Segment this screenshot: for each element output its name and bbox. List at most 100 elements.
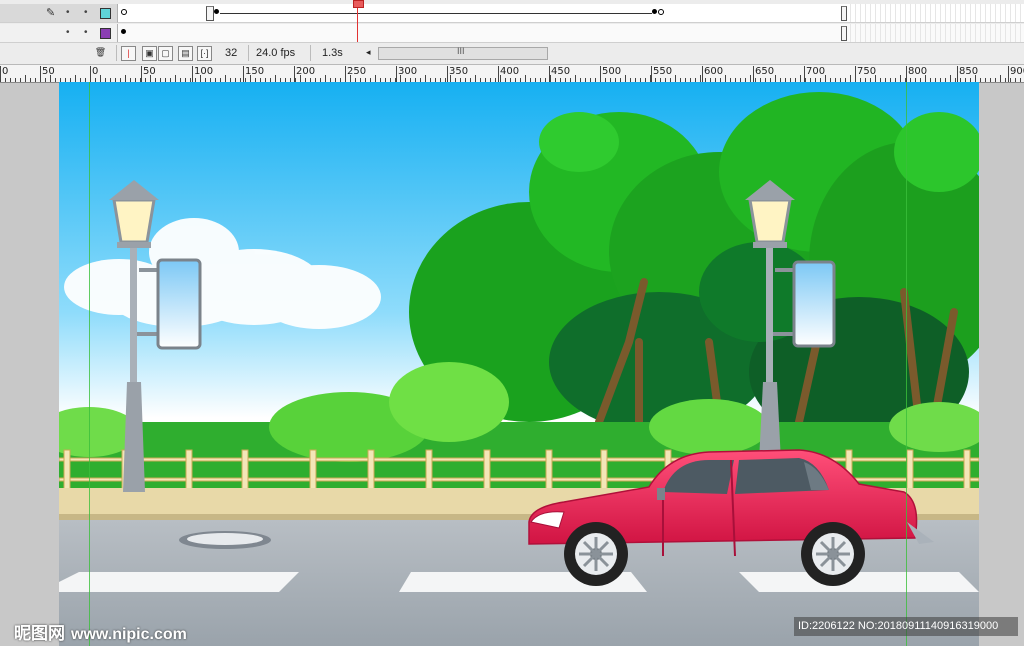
lock-dot-icon[interactable]: • [84, 27, 88, 38]
layer-color-swatch[interactable] [100, 8, 111, 19]
onion-skin-icon[interactable]: ▣ [142, 46, 157, 61]
trash-icon[interactable]: 🗑 [94, 46, 107, 59]
stage-canvas[interactable] [59, 82, 979, 646]
keyframe-empty[interactable] [658, 9, 664, 15]
ruler-minor-tick [500, 75, 501, 82]
ruler-minor-tick [600, 75, 601, 82]
ruler-minor-tick [750, 75, 751, 82]
ruler-minor-tick [1015, 78, 1016, 82]
frame-grid [850, 4, 1024, 22]
crosswalk-stripe [59, 572, 299, 592]
timeline-scrollbar[interactable]: III [378, 46, 548, 60]
layer-color-swatch[interactable] [100, 28, 111, 39]
guide-line-left[interactable] [89, 82, 90, 646]
ruler-major-tick [498, 66, 499, 82]
guide-line-right[interactable] [906, 82, 907, 646]
ruler-minor-tick [1000, 75, 1001, 82]
ruler-minor-tick [725, 75, 726, 82]
ruler-minor-tick [625, 75, 626, 82]
ruler-minor-tick [995, 78, 996, 82]
ruler-minor-tick [55, 78, 56, 82]
visibility-dot-icon[interactable]: • [66, 27, 70, 38]
ruler-label: 0 [92, 66, 99, 77]
ruler-minor-tick [45, 78, 46, 82]
keyframe[interactable] [214, 9, 219, 14]
ruler-major-tick [702, 66, 703, 82]
ruler-minor-tick [775, 75, 776, 82]
ruler-minor-tick [450, 75, 451, 82]
ruler-label: 450 [551, 66, 571, 77]
ruler-label: 700 [806, 66, 826, 77]
ruler-minor-tick [35, 78, 36, 82]
ruler-major-tick [243, 66, 244, 82]
ruler-minor-tick [300, 75, 301, 82]
frame-span-end[interactable] [841, 26, 847, 41]
ruler-minor-tick [525, 75, 526, 82]
ruler-label: 200 [296, 66, 316, 77]
separator [310, 45, 311, 61]
ruler-label: 900 [1010, 66, 1024, 77]
ruler-major-tick [192, 66, 193, 82]
frame-span-end[interactable] [841, 6, 847, 21]
ruler-label: 750 [857, 66, 877, 77]
watermark-brand: 昵图网 [14, 624, 65, 643]
ruler-minor-tick [175, 75, 176, 82]
ruler-minor-tick [40, 78, 41, 82]
center-frame-icon[interactable]: | [121, 46, 136, 61]
layer-frames-2[interactable] [118, 24, 1024, 43]
ruler-minor-tick [200, 75, 201, 82]
ruler-minor-tick [5, 78, 6, 82]
ruler-minor-tick [125, 75, 126, 82]
frame-rate[interactable]: 24.0 fps [256, 47, 295, 59]
ruler-label: 50 [42, 66, 55, 77]
ruler-minor-tick [1020, 78, 1021, 82]
timeline-toolbar: 🗑 | ▣ ▢ ▤ [·] 32 24.0 fps 1.3s ◂ III [0, 42, 1024, 64]
ruler-minor-tick [850, 75, 851, 82]
scroll-grip: III [457, 46, 465, 56]
ruler-minor-tick [475, 75, 476, 82]
ruler-minor-tick [10, 78, 11, 82]
layer-header-2[interactable]: • • [0, 24, 118, 43]
ruler-minor-tick [225, 75, 226, 82]
ruler-label: 650 [755, 66, 775, 77]
ruler-minor-tick [650, 75, 651, 82]
visibility-dot-icon[interactable]: • [66, 7, 70, 18]
scroll-left-icon[interactable]: ◂ [366, 47, 371, 58]
ruler-minor-tick [925, 75, 926, 82]
timeline-layer-row-2[interactable]: • • [0, 24, 1024, 43]
timeline-layer-row-1[interactable]: ✎ • • [0, 4, 1024, 23]
playhead-handle[interactable] [353, 0, 364, 8]
ruler-label: 0 [2, 66, 9, 77]
keyframe[interactable] [652, 9, 657, 14]
ruler-minor-tick [350, 75, 351, 82]
ruler-label: 150 [245, 66, 265, 77]
layer-frames-1[interactable] [118, 4, 1024, 23]
ruler-minor-tick [1010, 78, 1011, 82]
ruler-minor-tick [50, 75, 51, 82]
edit-multiple-frames-icon[interactable]: ▤ [178, 46, 193, 61]
ruler-minor-tick [980, 78, 981, 82]
separator [116, 45, 117, 61]
watermark-logo: 昵图网 www.nipic.com [14, 619, 187, 644]
ruler-minor-tick [700, 75, 701, 82]
motion-tween-line[interactable] [220, 13, 652, 14]
modify-markers-icon[interactable]: [·] [197, 46, 212, 61]
ruler-minor-tick [975, 75, 976, 82]
ruler-minor-tick [75, 75, 76, 82]
current-frame: 32 [225, 47, 238, 59]
ruler-minor-tick [800, 75, 801, 82]
ruler-major-tick [396, 66, 397, 82]
separator [248, 45, 249, 61]
ruler-minor-tick [875, 75, 876, 82]
keyframe[interactable] [121, 29, 126, 34]
ruler-major-tick [1008, 66, 1009, 82]
keyframe-empty[interactable] [121, 9, 127, 15]
lock-dot-icon[interactable]: • [84, 7, 88, 18]
scene-illustration [59, 82, 979, 646]
layer-header-1[interactable]: ✎ • • [0, 4, 118, 23]
frame-span[interactable] [206, 6, 214, 21]
ruler-minor-tick [990, 78, 991, 82]
ruler-minor-tick [1005, 78, 1006, 82]
ruler-minor-tick [0, 75, 1, 82]
onion-outline-icon[interactable]: ▢ [158, 46, 173, 61]
